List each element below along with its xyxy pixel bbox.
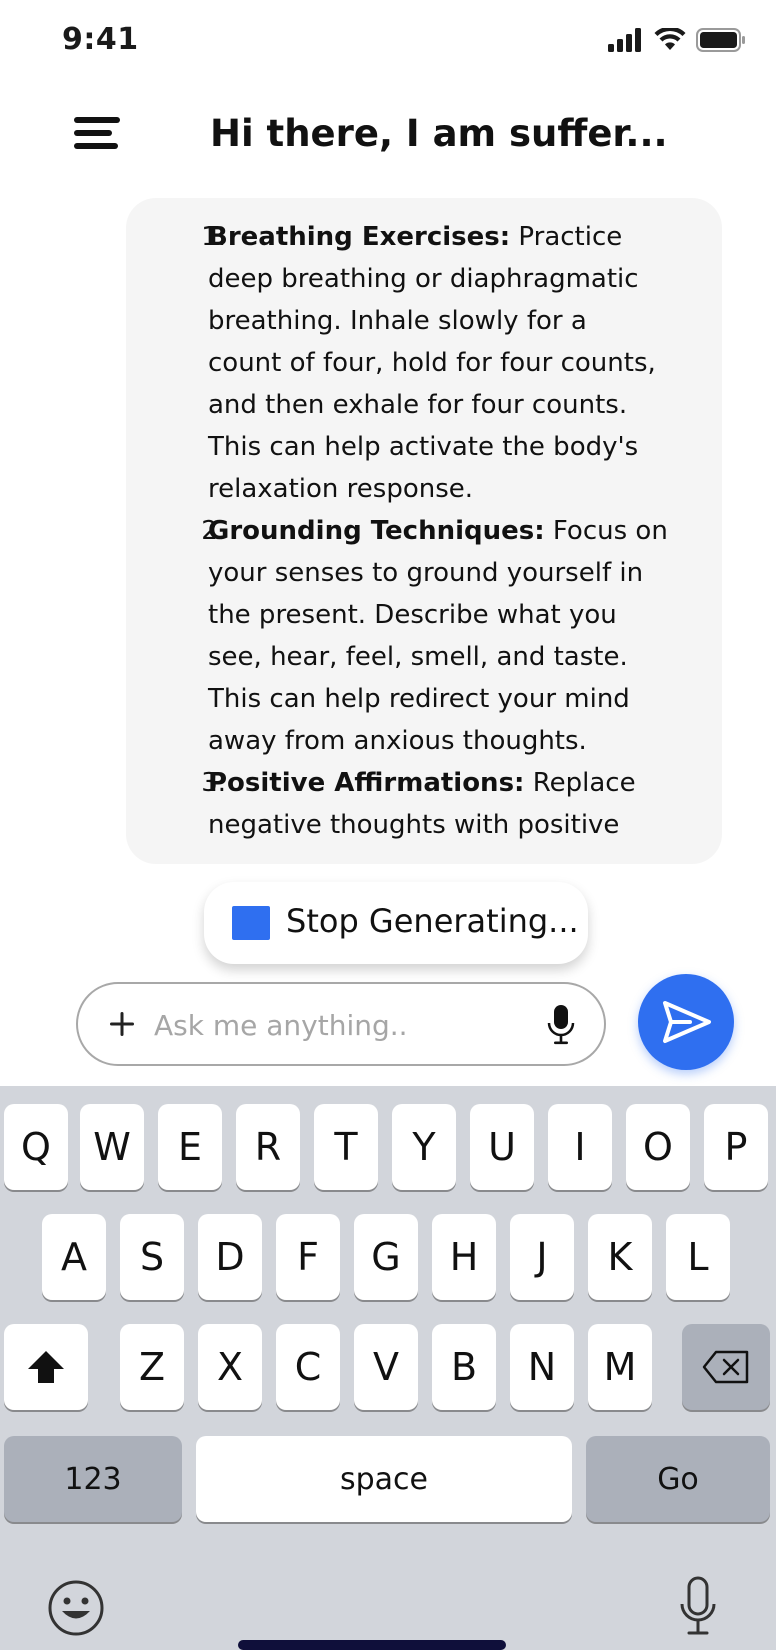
backspace-icon xyxy=(702,1350,749,1384)
key-q[interactable]: Q xyxy=(4,1104,68,1190)
list-item-title: Grounding Techniques: xyxy=(208,516,545,546)
message-composer xyxy=(76,982,606,1066)
stop-generating-button[interactable]: Stop Generating... xyxy=(204,882,588,964)
keyboard: Q W E R T Y U I O P A S D F G H J K L Z … xyxy=(0,1086,776,1650)
stop-generating-label: Stop Generating... xyxy=(286,902,579,940)
key-l[interactable]: L xyxy=(666,1214,730,1300)
key-e[interactable]: E xyxy=(158,1104,222,1190)
status-bar: 9:41 xyxy=(0,0,776,84)
key-x[interactable]: X xyxy=(198,1324,262,1410)
status-icons xyxy=(608,28,746,52)
chat-header: Hi there, I am suffer... xyxy=(0,96,776,176)
dictation-mic-icon[interactable] xyxy=(678,1576,718,1638)
chat-title: Hi there, I am suffer... xyxy=(210,112,668,155)
key-y[interactable]: Y xyxy=(392,1104,456,1190)
key-u[interactable]: U xyxy=(470,1104,534,1190)
list-item-title: Positive Affirmations: xyxy=(208,768,525,798)
cellular-signal-icon xyxy=(608,28,641,52)
send-button[interactable] xyxy=(638,974,734,1070)
message-input[interactable] xyxy=(152,1002,516,1048)
space-key[interactable]: space xyxy=(196,1436,572,1522)
key-r[interactable]: R xyxy=(236,1104,300,1190)
key-i[interactable]: I xyxy=(548,1104,612,1190)
go-key[interactable]: Go xyxy=(586,1436,770,1522)
list-item-text: Breathing Exercises: Practice deep breat… xyxy=(208,222,656,504)
key-p[interactable]: P xyxy=(704,1104,768,1190)
list-item-title: Breathing Exercises: xyxy=(208,222,511,252)
key-m[interactable]: M xyxy=(588,1324,652,1410)
key-a[interactable]: A xyxy=(42,1214,106,1300)
home-indicator xyxy=(238,1640,506,1650)
key-n[interactable]: N xyxy=(510,1324,574,1410)
status-time: 9:41 xyxy=(62,22,139,57)
key-w[interactable]: W xyxy=(80,1104,144,1190)
key-f[interactable]: F xyxy=(276,1214,340,1300)
shift-key[interactable] xyxy=(4,1324,88,1410)
emoji-icon[interactable] xyxy=(46,1578,106,1638)
key-z[interactable]: Z xyxy=(120,1324,184,1410)
key-o[interactable]: O xyxy=(626,1104,690,1190)
key-h[interactable]: H xyxy=(432,1214,496,1300)
battery-icon xyxy=(696,28,745,52)
shift-icon xyxy=(28,1351,64,1383)
key-g[interactable]: G xyxy=(354,1214,418,1300)
menu-icon[interactable] xyxy=(72,114,122,154)
numbers-key[interactable]: 123 xyxy=(4,1436,182,1522)
send-icon xyxy=(663,1001,711,1043)
assistant-message-bubble: 1. Breathing Exercises: Practice deep br… xyxy=(126,198,722,864)
key-s[interactable]: S xyxy=(120,1214,184,1300)
plus-icon[interactable] xyxy=(102,1004,142,1044)
key-d[interactable]: D xyxy=(198,1214,262,1300)
list-item-text: Positive Affirmations: Replace negative … xyxy=(208,768,636,840)
stop-square-icon xyxy=(232,906,270,940)
key-c[interactable]: C xyxy=(276,1324,340,1410)
key-k[interactable]: K xyxy=(588,1214,652,1300)
key-v[interactable]: V xyxy=(354,1324,418,1410)
key-t[interactable]: T xyxy=(314,1104,378,1190)
key-b[interactable]: B xyxy=(432,1324,496,1410)
list-item-text: Grounding Techniques: Focus on your sens… xyxy=(208,516,668,756)
backspace-key[interactable] xyxy=(682,1324,770,1410)
wifi-icon xyxy=(654,28,686,50)
key-j[interactable]: J xyxy=(510,1214,574,1300)
microphone-icon[interactable] xyxy=(546,1004,576,1046)
